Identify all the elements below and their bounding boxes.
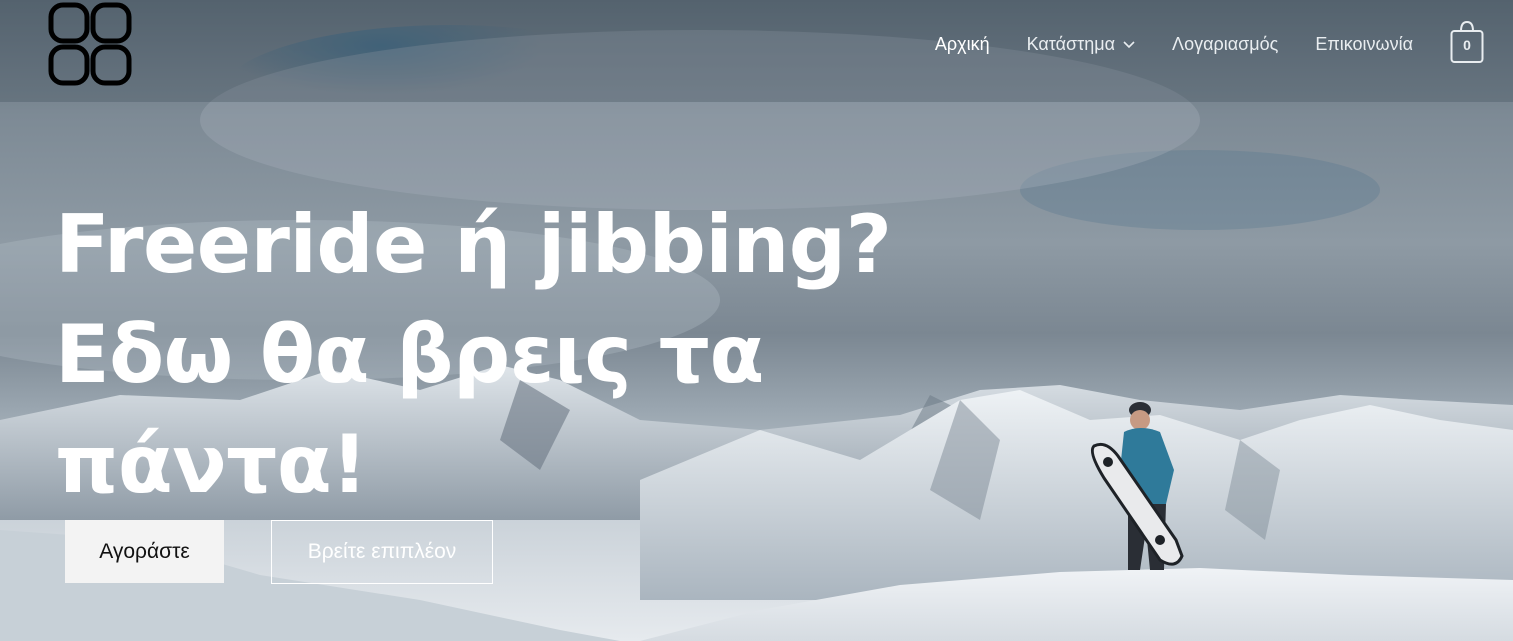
- headline-line-2: Εδω θα βρεις τα: [55, 308, 764, 401]
- site-header: Αρχική Κατάστημα Λογαριασμός Επικοινωνία…: [0, 0, 1513, 102]
- chevron-down-icon: [1123, 40, 1135, 48]
- headline-line-1: Freeride ή jibbing?: [55, 198, 892, 291]
- four-rounded-squares-logo-icon[interactable]: [48, 2, 132, 86]
- nav-item-shop[interactable]: Κατάστημα: [1027, 34, 1135, 55]
- nav-item-home[interactable]: Αρχική: [935, 34, 990, 55]
- headline-line-3: πάντα!: [55, 418, 368, 511]
- nav-item-contact[interactable]: Επικοινωνία: [1315, 34, 1413, 55]
- cart-button[interactable]: 0: [1450, 20, 1484, 64]
- nav-item-label: Κατάστημα: [1026, 34, 1116, 54]
- shop-now-button[interactable]: Αγοράστε: [65, 520, 224, 583]
- main-navigation: Αρχική Κατάστημα Λογαριασμός Επικοινωνία: [898, 34, 1413, 55]
- nav-item-account[interactable]: Λογαριασμός: [1172, 34, 1278, 55]
- nav-item-label: Επικοινωνία: [1315, 34, 1413, 54]
- cart-count-badge: 0: [1463, 37, 1471, 53]
- nav-item-label: Λογαριασμός: [1172, 34, 1279, 54]
- learn-more-button[interactable]: Βρείτε επιπλέον: [271, 520, 493, 584]
- nav-item-label: Αρχική: [934, 34, 990, 54]
- hero-headline: Freeride ή jibbing? Εδω θα βρεις τα πάντ…: [55, 190, 892, 520]
